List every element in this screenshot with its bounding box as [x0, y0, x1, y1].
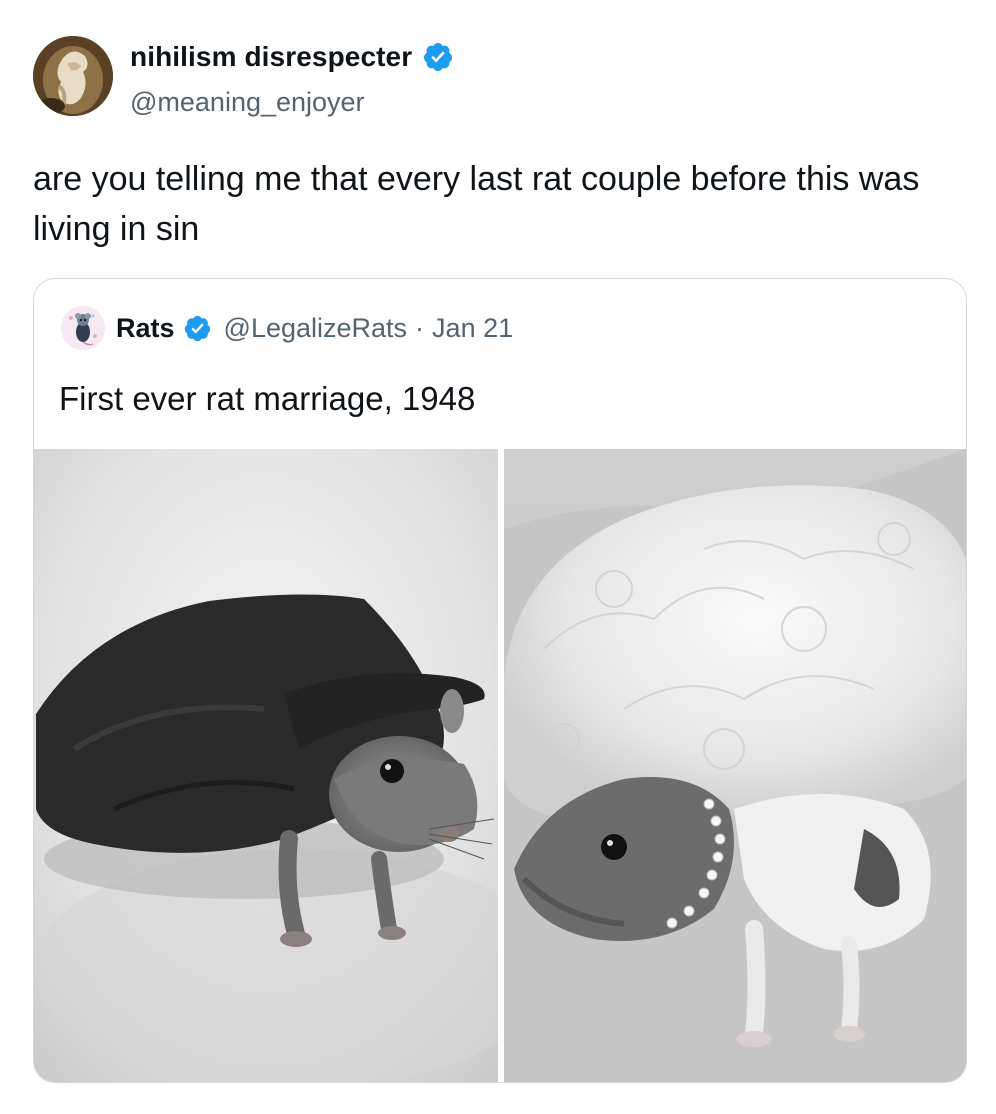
- rat-avatar-icon: [61, 306, 105, 350]
- quoted-author-handle[interactable]: @LegalizeRats: [224, 313, 408, 344]
- author-name[interactable]: nihilism disrespecter: [130, 40, 412, 74]
- rat-in-lace-bonnet-photo-icon: [504, 449, 966, 1082]
- quoted-tweet-media: [34, 449, 966, 1082]
- quoted-author-avatar[interactable]: [61, 306, 105, 350]
- quoted-tweet-card[interactable]: Rats @LegalizeRats · Jan 21 First ever r…: [33, 278, 967, 1083]
- author-name-row[interactable]: nihilism disrespecter: [130, 40, 454, 74]
- author-avatar[interactable]: [33, 36, 113, 116]
- verified-badge-icon: [422, 41, 454, 73]
- quoted-author-name[interactable]: Rats: [116, 313, 175, 344]
- verified-badge-icon: [183, 314, 212, 343]
- quoted-tweet-date[interactable]: Jan 21: [432, 313, 513, 344]
- media-photo-left[interactable]: [34, 449, 498, 1082]
- author-handle[interactable]: @meaning_enjoyer: [130, 86, 365, 118]
- media-photo-right[interactable]: [504, 449, 966, 1082]
- header-separator: ·: [415, 312, 425, 343]
- quoted-tweet-text: First ever rat marriage, 1948: [59, 380, 476, 417]
- tweet-text: are you telling me that every last rat c…: [33, 160, 920, 248]
- rat-in-black-cape-photo-icon: [34, 449, 498, 1082]
- statue-avatar-icon: [33, 36, 113, 116]
- quoted-tweet-header: Rats @LegalizeRats · Jan 21: [116, 311, 513, 345]
